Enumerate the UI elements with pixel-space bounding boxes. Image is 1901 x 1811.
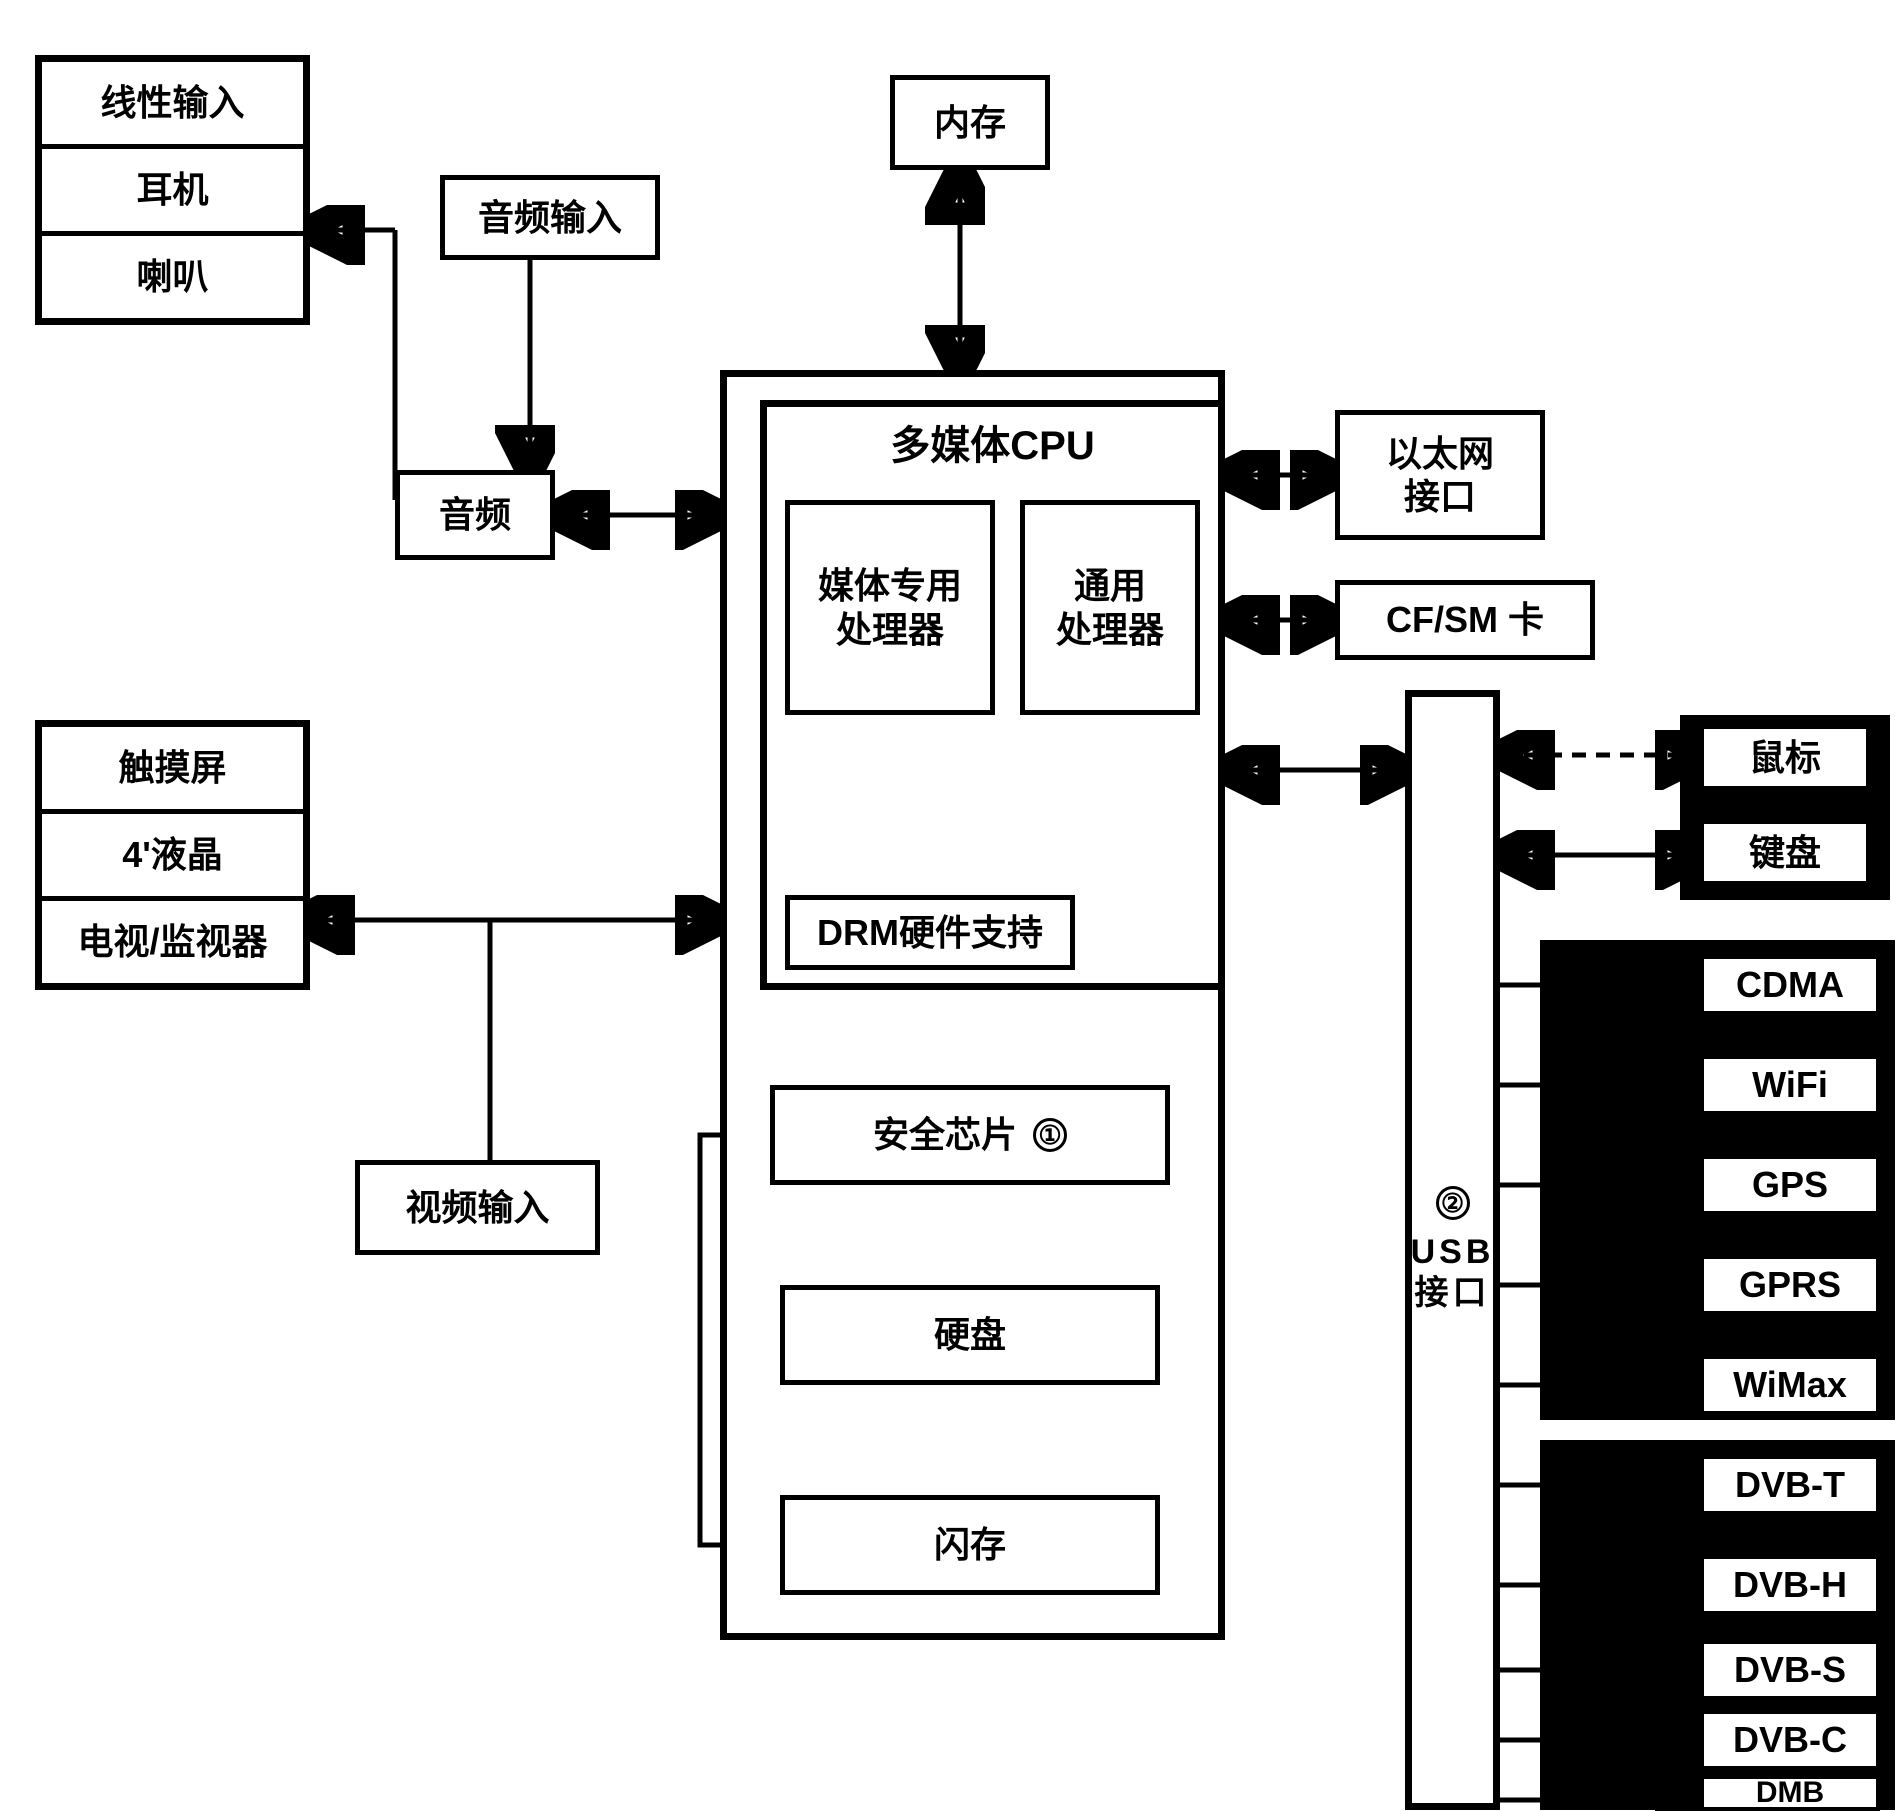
usb-label: USB接口 <box>1411 1232 1495 1314</box>
hard-disk: 硬盘 <box>780 1285 1160 1385</box>
marker-1: ① <box>1033 1118 1067 1152</box>
display-group: 触摸屏 4'液晶 电视/监视器 <box>35 720 310 990</box>
periph-dmb: DMB <box>1700 1775 1880 1811</box>
keyboard-box: 键盘 <box>1700 820 1870 885</box>
security-chip-label: 安全芯片 <box>873 1113 1017 1156</box>
flash-memory: 闪存 <box>780 1495 1160 1595</box>
audio-output-group: 线性输入 耳机 喇叭 <box>35 55 310 325</box>
mouse-box: 鼠标 <box>1700 725 1870 790</box>
periph-gps: GPS <box>1700 1155 1880 1215</box>
ethernet-interface: 以太网 接口 <box>1335 410 1545 540</box>
tv-monitor-label: 电视/监视器 <box>42 896 303 983</box>
media-processor: 媒体专用 处理器 <box>785 500 995 715</box>
speaker-label: 喇叭 <box>42 231 303 318</box>
periph-dvbc: DVB-C <box>1700 1710 1880 1770</box>
general-processor: 通用 处理器 <box>1020 500 1200 715</box>
periph-wimax: WiMax <box>1700 1355 1880 1415</box>
touchscreen-label: 触摸屏 <box>118 727 226 809</box>
periph-cdma: CDMA <box>1700 955 1880 1015</box>
usb-interface: ② USB接口 <box>1405 690 1500 1810</box>
headphone-label: 耳机 <box>42 144 303 231</box>
marker-2: ② <box>1436 1186 1470 1220</box>
audio-input-box: 音频输入 <box>440 175 660 260</box>
security-chip: 安全芯片 ① <box>770 1085 1170 1185</box>
cpu-title: 多媒体CPU <box>890 422 1094 470</box>
periph-dvbt: DVB-T <box>1700 1455 1880 1515</box>
periph-dvbh: DVB-H <box>1700 1555 1880 1615</box>
audio-box: 音频 <box>395 470 555 560</box>
line-in-label: 线性输入 <box>100 62 244 144</box>
drm-hw: DRM硬件支持 <box>785 895 1075 970</box>
periph-dvbs: DVB-S <box>1700 1640 1880 1700</box>
memory-box: 内存 <box>890 75 1050 170</box>
cf-sm-card: CF/SM 卡 <box>1335 580 1595 660</box>
periph-gprs: GPRS <box>1700 1255 1880 1315</box>
video-input-box: 视频输入 <box>355 1160 600 1255</box>
periph-wifi: WiFi <box>1700 1055 1880 1115</box>
lcd-label: 4'液晶 <box>42 809 303 896</box>
